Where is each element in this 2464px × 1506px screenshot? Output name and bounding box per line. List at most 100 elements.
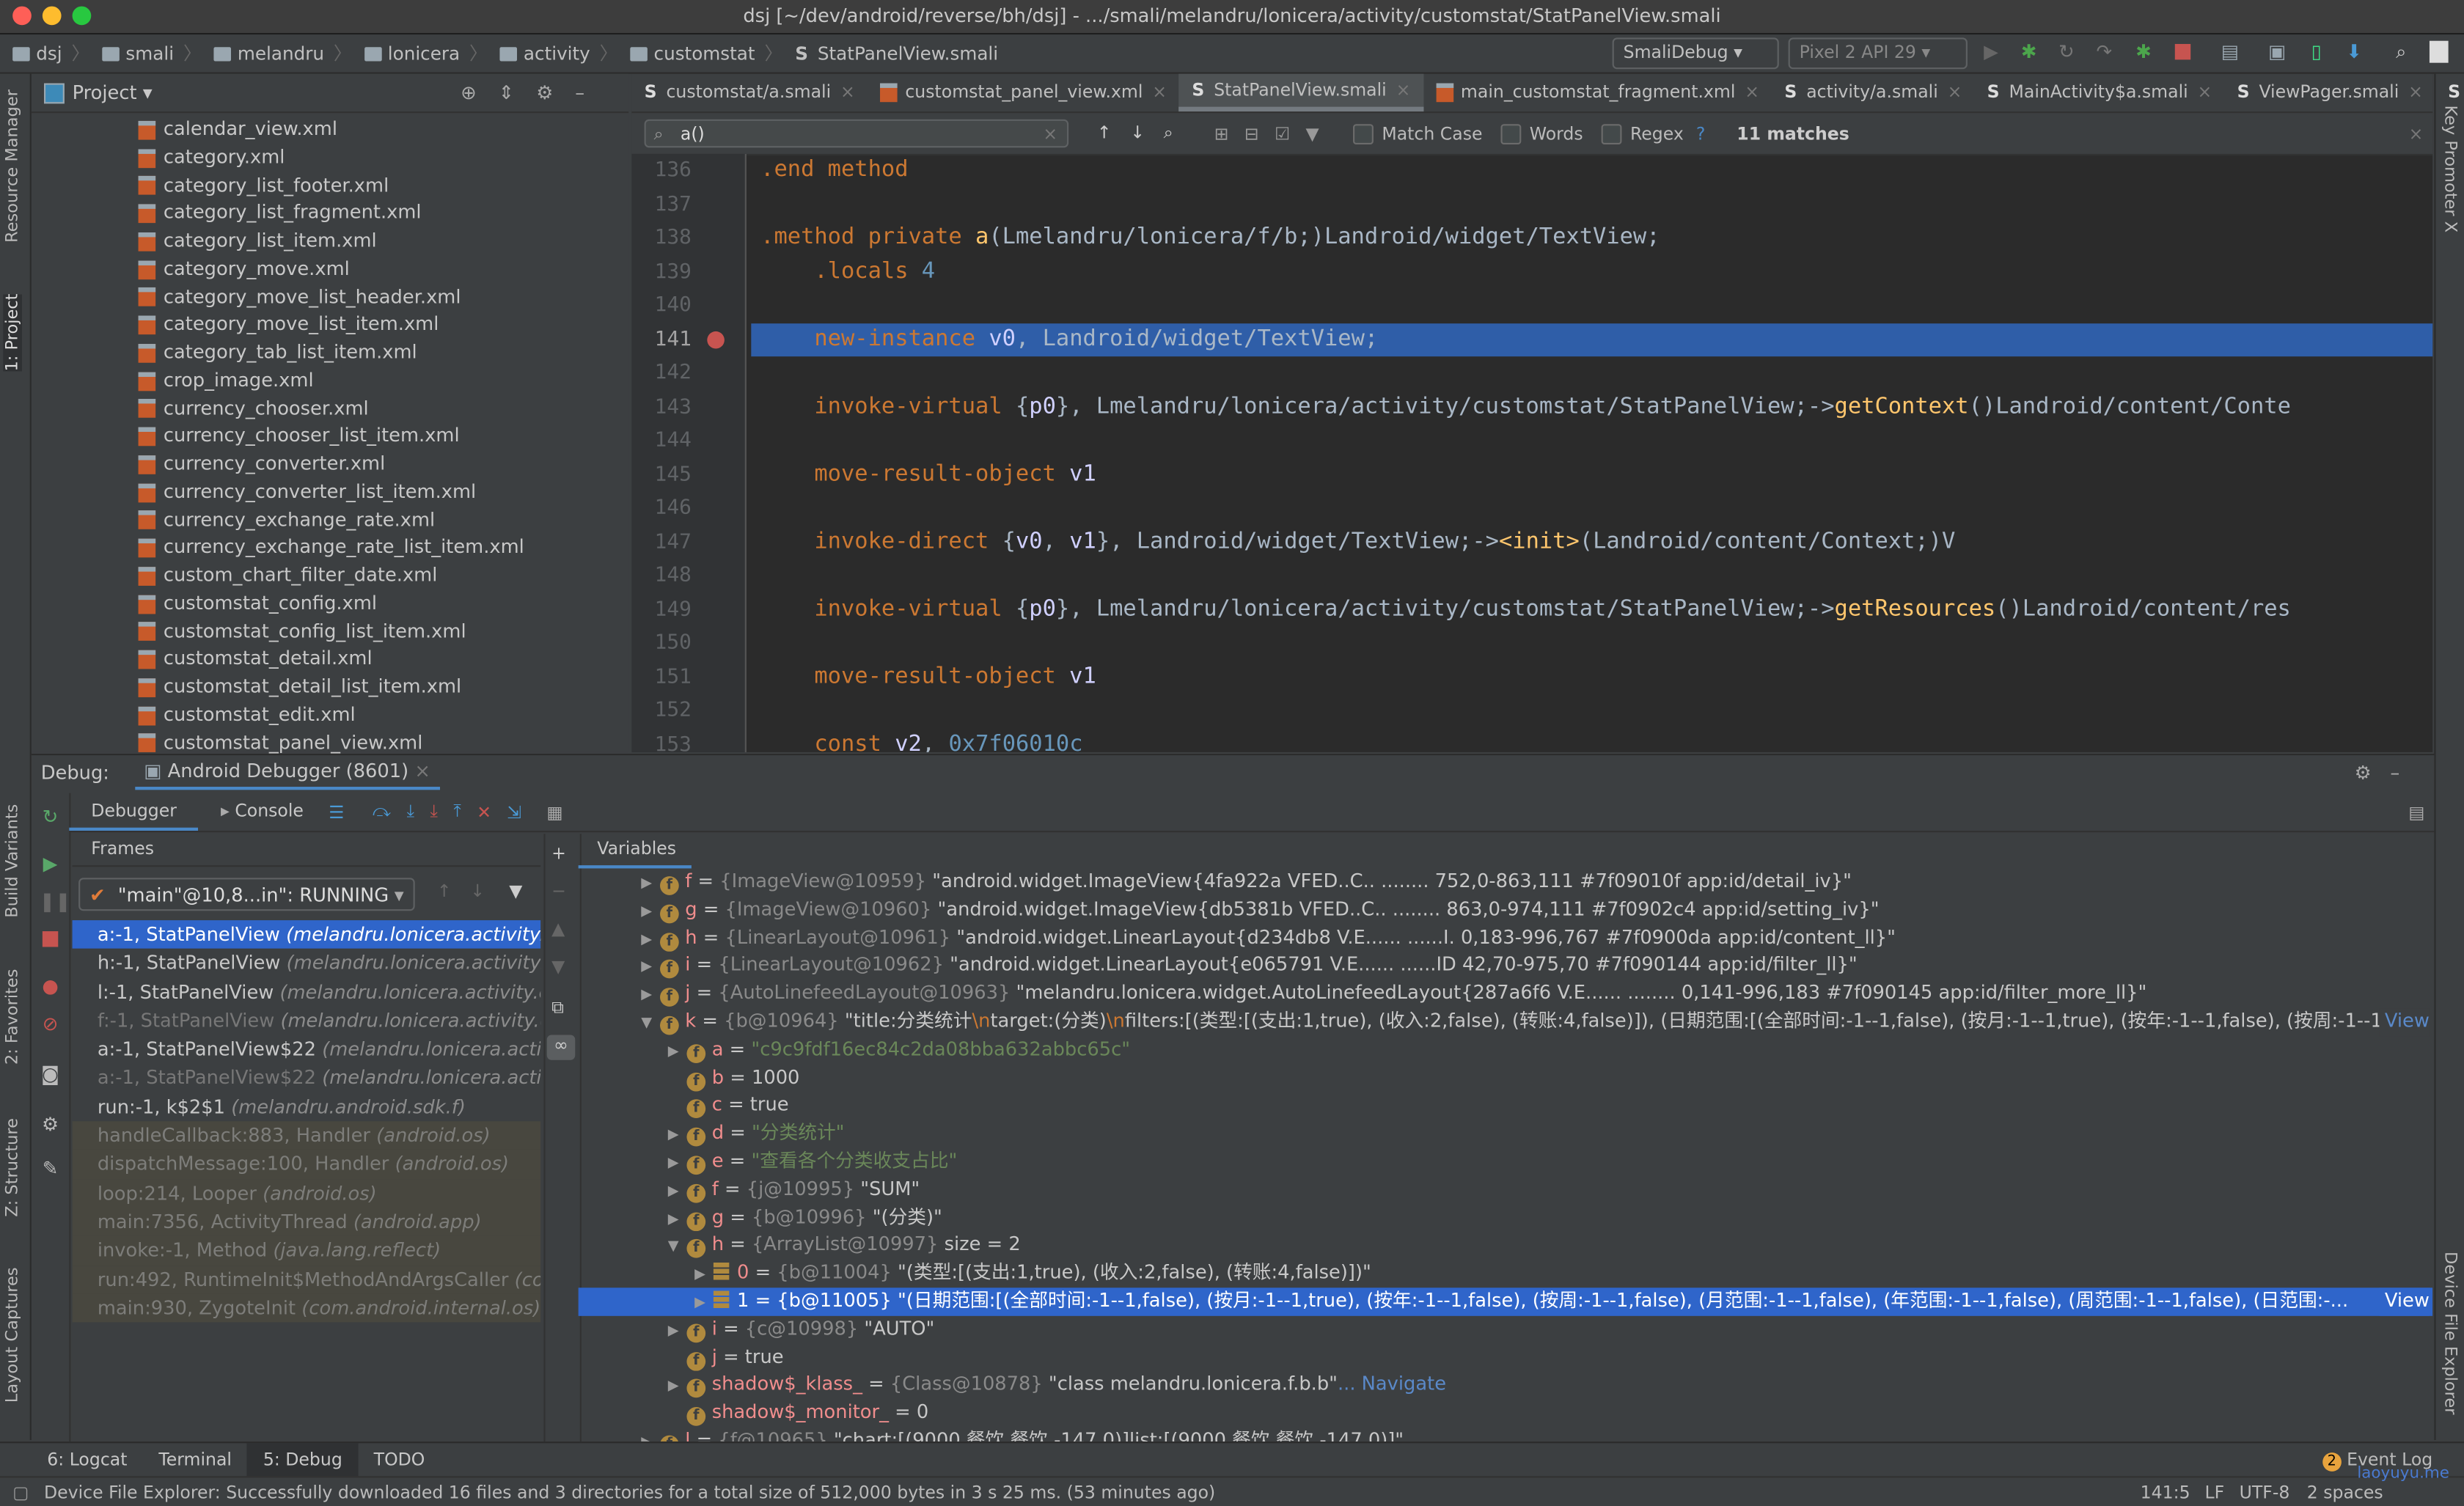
close-tab-icon[interactable]: × <box>840 74 855 111</box>
match-case-checkbox[interactable] <box>1353 123 1374 144</box>
collapsed-arrow-icon[interactable]: ▶ <box>668 1179 687 1204</box>
stack-frame[interactable]: a:-1, StatPanelView$22 (melandru.lonicer… <box>73 1064 540 1092</box>
project-file-item[interactable]: customstat_config_list_item.xml <box>32 618 628 646</box>
variable-row[interactable]: ▶ f d = "分类统计" <box>579 1120 2433 1147</box>
editor-tab[interactable]: Scustomstat/a.smali × <box>631 74 867 111</box>
collapsed-arrow-icon[interactable]: ▶ <box>668 1207 687 1232</box>
tool-build-variants[interactable]: Build Variants <box>3 804 22 918</box>
debug-icon[interactable]: ✱ <box>2017 41 2039 63</box>
close-tab-icon[interactable]: × <box>1396 71 1411 109</box>
variable-row[interactable]: ▶ 0 = {b@11004} "(类型:[(支出:1,true), (收入:2,… <box>579 1260 2433 1288</box>
apply-changes-icon[interactable]: ↻ <box>2056 41 2078 63</box>
move-up-icon[interactable]: ▲ <box>551 919 565 939</box>
expanded-arrow-icon[interactable]: ▼ <box>668 1235 687 1260</box>
variable-row[interactable]: ▶ f i = {LinearLayout@10962} "android.widg… <box>579 952 2433 980</box>
step-over-icon[interactable]: ⤼ <box>373 801 407 823</box>
project-file-item[interactable]: currency_converter.xml <box>32 451 628 479</box>
tool-layout-captures[interactable]: Layout Captures <box>3 1267 22 1403</box>
step-into-icon[interactable]: ⤓ <box>407 801 430 823</box>
editor-tab[interactable]: S StatPanelView.smali × <box>1179 71 1423 112</box>
evaluate-expression-icon[interactable]: ▦ <box>546 801 562 822</box>
stop-icon[interactable] <box>40 928 62 950</box>
file-encoding[interactable]: UTF-8 <box>2240 1477 2290 1506</box>
editor-tab[interactable]: SMa <box>2435 74 2464 111</box>
tool-device-file-explorer[interactable]: Device File Explorer <box>2441 1252 2460 1414</box>
debug-panel-actions[interactable]: ⚙– <box>2355 762 2419 784</box>
tab-debugger[interactable]: Debugger <box>69 793 199 831</box>
bottom-tab[interactable]: 6: Logcat <box>32 1443 143 1477</box>
bottom-tab[interactable]: Terminal <box>143 1443 248 1477</box>
variable-row[interactable]: ▶fl = {f@10965} "chart:[(9000,餐饮,餐饮,-147… <box>579 1428 2433 1442</box>
variable-row[interactable]: ▼ f k = {b@10964} "title:分类统计\ntarget:(分类)… <box>579 1008 2433 1037</box>
find-filter-icons[interactable]: ⊞⊟☑▼ <box>1214 123 1335 144</box>
collapsed-arrow-icon[interactable]: ▶ <box>668 1319 687 1344</box>
stack-frame[interactable]: run:-1, k$2$1 (melandru.android.sdk.f) <box>73 1092 541 1121</box>
run-config-select[interactable]: SmaliDebug ▾ <box>1612 37 1779 70</box>
breadcrumb-item[interactable]: lonicera 〉 <box>364 41 488 66</box>
expanded-arrow-icon[interactable]: ▼ <box>641 1011 660 1036</box>
close-tab-icon[interactable]: × <box>1948 74 1962 111</box>
breadcrumb-item[interactable]: activity 〉 <box>499 41 617 66</box>
layout-settings-icon[interactable]: ▤ <box>2408 801 2424 822</box>
view-link[interactable]: View <box>2378 1288 2430 1316</box>
project-file-item[interactable]: category.xml <box>32 144 628 172</box>
project-file-item[interactable]: category_move_list_header.xml <box>32 284 628 312</box>
move-down-icon[interactable]: ▼ <box>551 956 565 977</box>
collapsed-arrow-icon[interactable]: ▶ <box>641 1430 660 1441</box>
variable-row[interactable]: fc = true <box>579 1092 2433 1120</box>
tool-project[interactable]: 1: Project <box>3 293 23 372</box>
project-view-select[interactable]: Project <box>73 81 137 103</box>
breadcrumb-item[interactable]: customstat 〉 <box>630 41 782 66</box>
view-link[interactable]: View <box>2378 1008 2430 1037</box>
regex-help-link[interactable]: ? <box>1696 123 1706 144</box>
project-file-item[interactable]: custom_chart_filter_date.xml <box>32 562 628 590</box>
status-toggle-icon[interactable]: ▢ <box>12 1477 29 1506</box>
stack-frame[interactable]: dispatchMessage:100, Handler (android.os… <box>72 1150 541 1179</box>
mute-breakpoints-icon[interactable]: ⊘ <box>40 1013 62 1035</box>
project-file-item[interactable]: category_tab_list_item.xml <box>32 339 628 367</box>
stack-frame[interactable]: run:492, RuntimeInit$MethodAndArgsCaller… <box>72 1265 541 1294</box>
collapsed-arrow-icon[interactable]: ▶ <box>641 900 660 925</box>
settings-icon[interactable]: ⚙ <box>40 1114 62 1136</box>
variable-row[interactable]: fb = 1000 <box>579 1064 2433 1092</box>
find-navigation-icons[interactable]: ↑↓⌕ <box>1097 122 1192 144</box>
variable-row[interactable]: ▶ f i = {c@10998} "AUTO" <box>579 1315 2433 1343</box>
remove-watch-icon[interactable]: − <box>551 881 566 902</box>
variable-row[interactable]: fj = true <box>579 1343 2433 1371</box>
variable-row[interactable]: ▶ f f = {j@10995} "SUM" <box>579 1176 2433 1204</box>
project-file-item[interactable]: category_list_footer.xml <box>32 172 628 200</box>
bottom-tab[interactable]: TODO <box>358 1443 441 1477</box>
run-icon[interactable]: ▶ <box>1980 41 2002 63</box>
collapsed-arrow-icon[interactable]: ▶ <box>641 928 660 952</box>
breadcrumb-item[interactable]: S StatPanelView.smali <box>795 41 998 66</box>
variable-row[interactable]: ▼ f h = {ArrayList@10997} size = 2 <box>579 1232 2433 1260</box>
collapsed-arrow-icon[interactable]: ▶ <box>694 1263 714 1288</box>
project-file-item[interactable]: crop_image.xml <box>32 367 628 395</box>
variable-row[interactable]: ▶ f a = "c9c9fdf16ec84c2da08bba632abbc65c" <box>579 1036 2433 1064</box>
project-file-item[interactable]: category_move_list_item.xml <box>32 312 628 339</box>
tool-favorites[interactable]: 2: Favorites <box>3 969 22 1065</box>
collapsed-arrow-icon[interactable]: ▶ <box>694 1290 714 1315</box>
variable-row[interactable]: ▶ f f = {ImageView@10959} "android.widget.… <box>579 868 2433 896</box>
breadcrumb-item[interactable]: melandru 〉 <box>213 41 352 66</box>
stack-frame[interactable]: a:-1, StatPanelView (melandru.lonicera.a… <box>72 920 541 949</box>
words-checkbox[interactable] <box>1501 123 1522 144</box>
tab-console[interactable]: ▸ Console <box>199 793 326 831</box>
tool-structure[interactable]: Z: Structure <box>3 1118 22 1217</box>
stack-frame[interactable]: handleCallback:883, Handler (android.os) <box>72 1121 541 1150</box>
pause-icon[interactable]: ❚❚ <box>40 890 71 912</box>
bottom-tab[interactable]: 5: Debug <box>247 1443 359 1478</box>
stack-frame[interactable]: loop:214, Looper (android.os) <box>72 1178 541 1208</box>
collapsed-arrow-icon[interactable]: ▶ <box>668 1151 687 1176</box>
project-file-item[interactable]: customstat_detail_list_item.xml <box>32 674 628 702</box>
collapsed-arrow-icon[interactable]: ▶ <box>641 983 660 1008</box>
project-file-item[interactable]: category_list_fragment.xml <box>32 200 628 228</box>
force-step-into-icon[interactable]: ⤓ <box>430 801 453 823</box>
avd-manager-icon[interactable]: ▣ <box>2266 41 2288 63</box>
breadcrumb-item[interactable]: dsj 〉 <box>12 41 89 66</box>
collapsed-arrow-icon[interactable]: ▶ <box>668 1039 687 1064</box>
line-separator[interactable]: LF <box>2204 1477 2224 1506</box>
stop-icon[interactable] <box>2171 41 2193 63</box>
clear-search-icon[interactable]: × <box>1043 121 1057 150</box>
close-session-icon[interactable]: × <box>414 760 430 782</box>
